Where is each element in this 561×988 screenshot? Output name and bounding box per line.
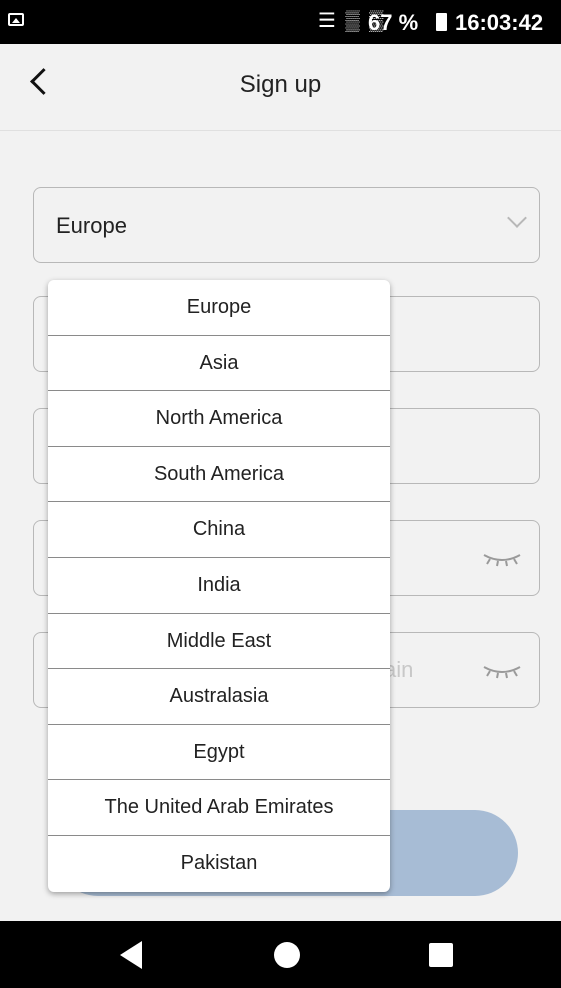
region-option-egypt[interactable]: Egypt [48, 725, 390, 781]
battery-percentage: 67 % [368, 10, 419, 35]
region-select-value: Europe [56, 213, 127, 238]
region-option-asia[interactable]: Asia [48, 336, 390, 392]
eye-closed-icon[interactable] [482, 663, 522, 679]
region-option-china[interactable]: China [48, 502, 390, 558]
status-bar: ☰ ▒ ▒ 67 % 16:03:42 [0, 0, 561, 44]
region-select[interactable]: Europe [33, 187, 540, 263]
eye-closed-icon[interactable] [482, 551, 522, 567]
region-option-south-america[interactable]: South America [48, 447, 390, 503]
status-time: 16:03:42 [455, 10, 544, 35]
region-option-india[interactable]: India [48, 558, 390, 614]
nav-recents-icon[interactable] [429, 943, 453, 967]
system-nav-bar [0, 921, 561, 988]
region-option-pakistan[interactable]: Pakistan [48, 836, 390, 892]
region-option-north-america[interactable]: North America [48, 391, 390, 447]
region-option-europe[interactable]: Europe [48, 280, 390, 336]
region-dropdown-menu: Europe Asia North America South America … [48, 280, 390, 892]
region-option-australasia[interactable]: Australasia [48, 669, 390, 725]
battery-icon [436, 13, 447, 31]
nav-home-icon[interactable] [274, 942, 300, 968]
region-option-middle-east[interactable]: Middle East [48, 614, 390, 670]
region-option-uae[interactable]: The United Arab Emirates [48, 780, 390, 836]
gallery-icon [8, 13, 24, 26]
nav-back-icon[interactable] [120, 941, 142, 969]
page-title: Sign up [239, 71, 322, 98]
chevron-down-icon [507, 208, 527, 228]
